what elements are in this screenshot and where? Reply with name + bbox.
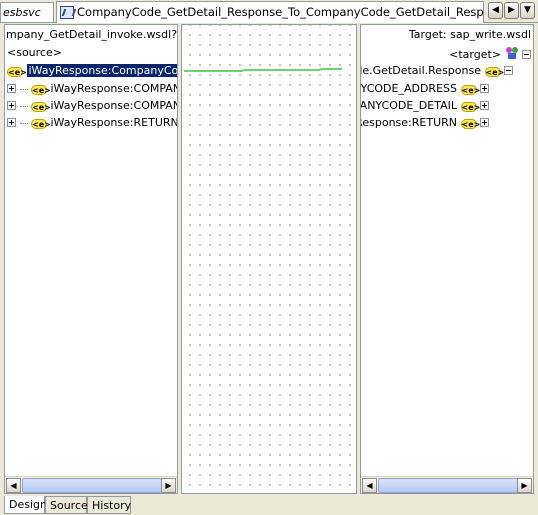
tab-esbsvc[interactable]: esbsvc xyxy=(0,2,54,22)
target-node-label: de.GetDetail.Response xyxy=(360,64,481,77)
expand-icon[interactable] xyxy=(7,84,16,93)
scroll-left-button[interactable]: ◀ xyxy=(6,478,21,493)
element-icon: <e> xyxy=(460,102,481,112)
scroll-thumb[interactable] xyxy=(22,478,162,493)
target-root-label: <target> xyxy=(449,48,501,61)
tree-connector xyxy=(19,88,28,90)
source-node-label: iWayResponse:COMPANYC xyxy=(50,82,178,95)
target-schema-icon xyxy=(505,46,519,60)
source-header: mpany_GetDetail_invoke.wsdl?wsdl xyxy=(6,28,178,41)
element-icon: <e> xyxy=(31,102,51,112)
source-node-label: iWayResponse:CompanyCode.G xyxy=(26,64,177,77)
target-node-label: Response:RETURN xyxy=(360,116,457,129)
target-node-detail[interactable]: 'ANYCODE_DETAIL <e> xyxy=(360,97,489,114)
xsl-map-icon xyxy=(60,6,74,19)
mapping-lines xyxy=(184,68,342,72)
scroll-right-button[interactable]: ▶ xyxy=(161,478,176,493)
editor-tab-bar: esbsvc CompanyCode_GetDetail_Response_To… xyxy=(0,0,538,23)
tree-connector xyxy=(19,105,28,107)
target-horizontal-scrollbar[interactable]: ◀ ▶ xyxy=(361,476,533,493)
expand-icon[interactable] xyxy=(480,84,489,93)
element-icon: <e> xyxy=(31,119,51,129)
element-icon: <e> xyxy=(460,85,481,95)
scroll-thumb[interactable] xyxy=(378,478,518,493)
next-tab-button[interactable]: ▶ xyxy=(504,2,519,19)
expand-icon[interactable] xyxy=(480,101,489,110)
expand-icon[interactable] xyxy=(480,118,489,127)
scroll-right-button[interactable]: ▶ xyxy=(517,478,532,493)
element-icon: <e> xyxy=(31,85,51,95)
collapse-icon[interactable] xyxy=(522,50,531,59)
target-node-response[interactable]: de.GetDetail.Response <e> xyxy=(360,62,513,79)
source-panel[interactable]: mpany_GetDetail_invoke.wsdl?wsdl <source… xyxy=(4,24,178,494)
source-node-return[interactable]: <e> iWayResponse:RETURN xyxy=(7,114,178,131)
source-node-companycode-2[interactable]: <e> iWayResponse:COMPANYC xyxy=(7,97,178,114)
element-icon: <e> xyxy=(460,119,481,129)
scroll-left-button[interactable]: ◀ xyxy=(362,478,377,493)
target-root[interactable]: <target> xyxy=(449,44,531,61)
tree-connector xyxy=(19,122,28,124)
tab-source[interactable]: Source xyxy=(45,496,88,514)
tab-list-button[interactable]: ▼ xyxy=(520,2,535,19)
element-icon: <e> xyxy=(7,67,27,77)
previous-tab-button[interactable]: ◀ xyxy=(488,2,503,19)
element-icon: <e> xyxy=(484,67,505,77)
source-node-companycode-1[interactable]: <e> iWayResponse:COMPANYC xyxy=(7,80,178,97)
tab-xsl-map-label: CompanyCode_GetDetail_Response_To_Compan… xyxy=(77,5,484,19)
source-node-label: iWayResponse:RETURN xyxy=(50,116,178,129)
source-horizontal-scrollbar[interactable]: ◀ ▶ xyxy=(5,476,177,493)
tab-design[interactable]: Design xyxy=(4,496,47,514)
source-root: <source> xyxy=(7,46,62,59)
target-header: Target: sap_write.wsdl xyxy=(408,28,531,41)
expand-icon[interactable] xyxy=(7,101,16,110)
target-node-label: NYCODE_ADDRESS xyxy=(360,82,457,95)
target-panel[interactable]: Target: sap_write.wsdl <target> de.GetDe… xyxy=(360,24,534,494)
expand-icon[interactable] xyxy=(7,118,16,127)
collapse-icon[interactable] xyxy=(504,66,513,75)
mapping-link-line[interactable] xyxy=(184,68,342,72)
target-node-label: 'ANYCODE_DETAIL xyxy=(360,99,457,112)
tab-history[interactable]: History xyxy=(87,496,131,514)
source-node-companycode[interactable]: <e> iWayResponse:CompanyCode.G xyxy=(7,62,177,79)
target-node-address[interactable]: NYCODE_ADDRESS <e> xyxy=(360,80,489,97)
source-node-label: iWayResponse:COMPANYC xyxy=(50,99,178,112)
target-node-return[interactable]: Response:RETURN <e> xyxy=(360,114,489,131)
mapping-canvas[interactable] xyxy=(181,24,357,494)
tab-xsl-map[interactable]: CompanyCode_GetDetail_Response_To_Compan… xyxy=(56,1,484,23)
